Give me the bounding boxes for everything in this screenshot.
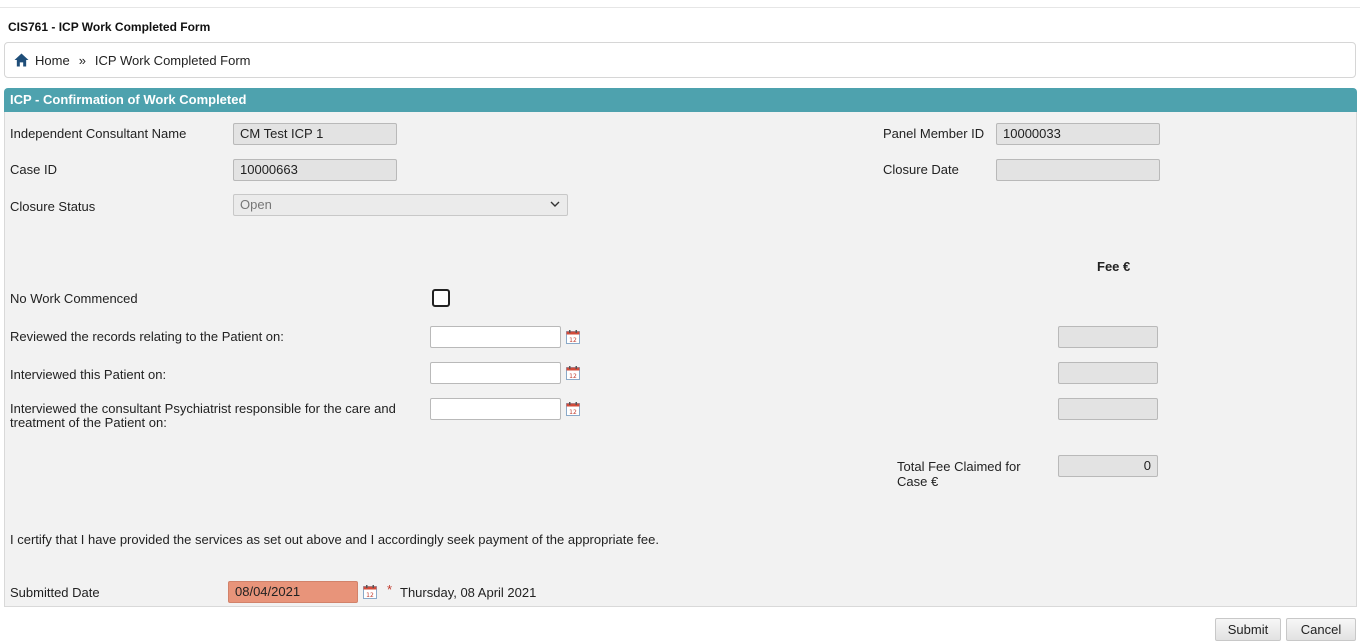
submit-button[interactable]: Submit (1215, 618, 1281, 641)
submitted-date-label: Submitted Date (10, 585, 100, 600)
cancel-button[interactable]: Cancel (1286, 618, 1356, 641)
breadcrumb-current: ICP Work Completed Form (94, 52, 251, 68)
closure-status-select[interactable]: Open (233, 194, 568, 216)
chevron-down-icon (550, 201, 560, 207)
svg-text:12: 12 (569, 337, 577, 344)
closure-date-label: Closure Date (883, 162, 959, 177)
interviewed-psychiatrist-fee-field (1058, 398, 1158, 420)
breadcrumb: Home » ICP Work Completed Form (4, 42, 1356, 78)
case-id-label: Case ID (10, 162, 57, 177)
fee-column-header: Fee € (1097, 259, 1131, 274)
closure-date-field (996, 159, 1160, 181)
top-divider (0, 7, 1360, 8)
calendar-icon[interactable]: 12 (566, 366, 580, 380)
interviewed-psychiatrist-date-input[interactable] (430, 398, 561, 420)
calendar-icon[interactable]: 12 (566, 402, 580, 416)
reviewed-records-fee-field (1058, 326, 1158, 348)
breadcrumb-separator: » (78, 52, 86, 68)
section-header: ICP - Confirmation of Work Completed (4, 88, 1357, 112)
closure-status-value: Open (240, 197, 272, 212)
submitted-long-date: Thursday, 08 April 2021 (400, 585, 537, 600)
interviewed-psychiatrist-label: Interviewed the consultant Psychiatrist … (10, 401, 396, 430)
interviewed-patient-fee-field (1058, 362, 1158, 384)
required-marker: * (387, 582, 393, 597)
panel-member-id-field: 10000033 (996, 123, 1160, 145)
interviewed-patient-date-input[interactable] (430, 362, 561, 384)
no-work-commenced-label: No Work Commenced (10, 291, 138, 306)
no-work-commenced-checkbox[interactable] (432, 289, 450, 307)
submitted-date-input[interactable]: 08/04/2021 (228, 581, 358, 603)
svg-text:12: 12 (569, 373, 577, 380)
calendar-icon[interactable]: 12 (566, 330, 580, 344)
calendar-icon[interactable]: 12 (363, 585, 377, 599)
reviewed-records-label: Reviewed the records relating to the Pat… (10, 329, 284, 344)
total-fee-label: Total Fee Claimed for Case € (897, 459, 1021, 489)
closure-status-label: Closure Status (10, 199, 96, 214)
total-fee-field: 0 (1058, 455, 1158, 477)
certification-text: I certify that I have provided the servi… (10, 532, 659, 547)
panel-member-id-label: Panel Member ID (883, 126, 985, 141)
case-id-field: 10000663 (233, 159, 397, 181)
reviewed-records-date-input[interactable] (430, 326, 561, 348)
page-title: CIS761 - ICP Work Completed Form (8, 20, 211, 34)
consultant-name-field: CM Test ICP 1 (233, 123, 397, 145)
svg-text:12: 12 (366, 592, 374, 599)
consultant-name-label: Independent Consultant Name (10, 126, 187, 141)
svg-text:12: 12 (569, 409, 577, 416)
home-icon[interactable] (14, 53, 29, 67)
breadcrumb-home-link[interactable]: Home (35, 53, 70, 68)
interviewed-patient-label: Interviewed this Patient on: (10, 367, 167, 382)
